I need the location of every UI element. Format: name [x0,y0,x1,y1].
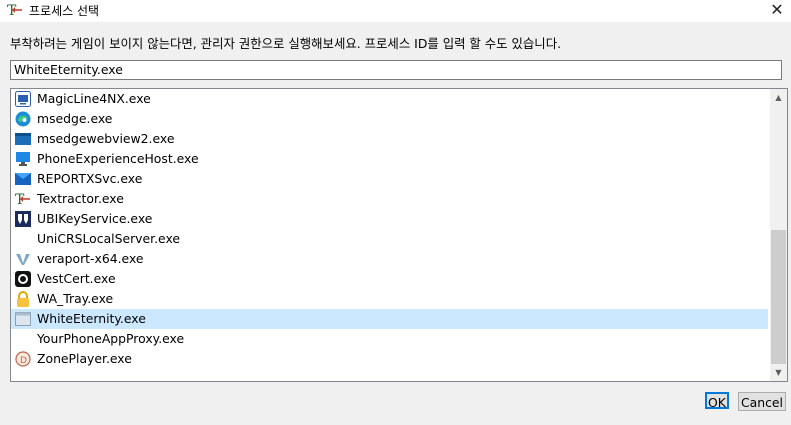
process-list-item[interactable]: UBIKeyService.exe [11,209,768,229]
magicline-icon [15,91,31,107]
window-icon [15,311,31,327]
process-list-item[interactable]: WhiteEternity.exe [11,309,768,329]
process-list[interactable]: MagicLine4NX.exe msedge.exe msedgewebview2… [10,88,788,382]
process-name: ZonePlayer.exe [37,351,132,366]
lock-icon [15,291,31,307]
process-list-items: MagicLine4NX.exe msedge.exe msedgewebview2… [11,89,768,369]
process-name: REPORTXSvc.exe [37,171,143,186]
ubikey-icon [15,211,31,227]
process-name: MagicLine4NX.exe [37,91,151,106]
instruction-text: 부착하려는 게임이 보이지 않는다면, 관리자 권한으로 실행해보세요. 프로세… [10,36,562,51]
process-list-item[interactable]: PhoneExperienceHost.exe [11,149,768,169]
title-bar[interactable]: T 프로세스 선택 ✕ [0,0,791,22]
cancel-button[interactable]: Cancel [738,392,786,411]
process-name: UBIKeyService.exe [37,211,153,226]
process-name: WA_Tray.exe [37,291,114,306]
process-name: WhiteEternity.exe [37,311,146,326]
process-list-item[interactable]: UniCRSLocalServer.exe [11,229,768,249]
zoneplayer-icon: D [15,351,31,367]
process-name: Textractor.exe [37,191,124,206]
process-list-item[interactable]: veraport-x64.exe [11,249,768,269]
process-name: PhoneExperienceHost.exe [37,151,199,166]
window-title: 프로세스 선택 [29,4,100,18]
blank-icon [15,331,31,347]
scroll-down-arrow-icon[interactable]: ▼ [770,364,787,381]
process-list-item[interactable]: YourPhoneAppProxy.exe [11,329,768,349]
reportx-icon [15,171,31,187]
process-name: veraport-x64.exe [37,251,144,266]
vestcert-icon [15,271,31,287]
webview-icon [15,131,31,147]
process-select-dialog: T 프로세스 선택 ✕ 부착하려는 게임이 보이지 않는다면, 관리자 권한으로… [0,0,791,425]
veraport-icon [15,251,31,267]
process-list-item[interactable]: msedgewebview2.exe [11,129,768,149]
close-icon[interactable]: ✕ [763,0,791,22]
process-list-item[interactable]: D ZonePlayer.exe [11,349,768,369]
process-list-item[interactable]: MagicLine4NX.exe [11,89,768,109]
scroll-thumb[interactable] [771,230,786,364]
textractor-icon: T [15,191,31,208]
scroll-up-arrow-icon[interactable]: ▲ [770,89,787,106]
vertical-scrollbar[interactable]: ▲ ▼ [770,89,787,381]
process-name: msedgewebview2.exe [37,131,175,146]
process-search-input[interactable] [10,60,782,80]
process-list-item[interactable]: VestCert.exe [11,269,768,289]
process-list-item[interactable]: WA_Tray.exe [11,289,768,309]
textractor-app-icon: T [7,3,22,18]
process-name: VestCert.exe [37,271,116,286]
process-name: YourPhoneAppProxy.exe [37,331,185,346]
monitor-icon [15,151,31,167]
ok-button[interactable]: OK [705,392,729,410]
process-list-item[interactable]: msedge.exe [11,109,768,129]
process-list-item[interactable]: REPORTXSvc.exe [11,169,768,189]
process-name: msedge.exe [37,111,113,126]
process-name: UniCRSLocalServer.exe [37,231,181,246]
svg-text:D: D [20,356,27,366]
process-list-item[interactable]: T Textractor.exe [11,189,768,209]
edge-icon [15,111,31,127]
blank-icon [15,231,31,247]
